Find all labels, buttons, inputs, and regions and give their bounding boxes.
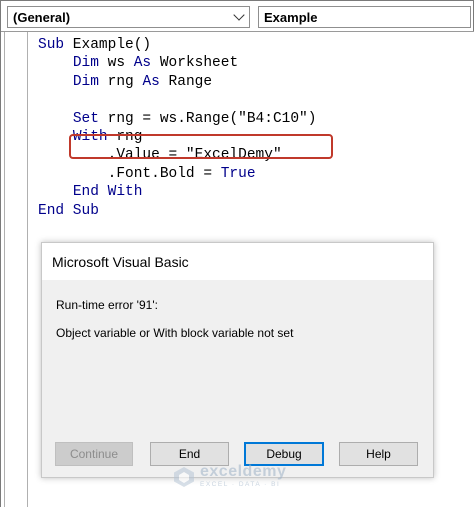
code-keyword: As <box>142 73 160 90</box>
dialog-title: Microsoft Visual Basic <box>42 243 433 280</box>
code-keyword: Set <box>72 110 99 127</box>
code-line[interactable]: Set rng = ws.Range("B4:C10") <box>38 110 317 128</box>
object-combobox-value: (General) <box>13 10 71 25</box>
error-message-text: Object variable or With block variable n… <box>56 326 294 340</box>
procedure-combobox-value: Example <box>264 10 318 25</box>
exceldemy-watermark: exceldemy EXCEL · DATA · BI <box>173 464 286 489</box>
code-keyword: End With <box>72 184 143 201</box>
code-line[interactable]: .Font.Bold = True <box>38 165 316 183</box>
object-combobox[interactable]: (General) <box>7 6 250 28</box>
code-line[interactable]: Sub Example() <box>38 36 316 54</box>
code-token: ws <box>98 55 134 72</box>
code-token: rng = ws.Range("B4:C10") <box>98 110 317 127</box>
code-token: Worksheet <box>151 55 239 72</box>
runtime-error-dialog: Microsoft Visual Basic Run-time error '9… <box>41 242 434 478</box>
code-keyword: Dim <box>72 55 99 72</box>
code-keyword: As <box>133 55 152 72</box>
code-token: Range <box>159 73 213 90</box>
chevron-down-icon[interactable] <box>233 9 245 21</box>
help-button[interactable]: Help <box>339 442 418 466</box>
exceldemy-logo-icon <box>173 466 195 488</box>
error-line-highlight <box>69 134 333 159</box>
error-code-text: Run-time error '91': <box>56 298 158 312</box>
margin-indicator-bar[interactable] <box>8 32 28 507</box>
code-line[interactable]: End Sub <box>38 202 316 220</box>
watermark-name: exceldemy <box>200 463 287 480</box>
code-line[interactable]: Dim ws As Worksheet <box>38 54 316 72</box>
code-line[interactable]: Dim rng As Range <box>38 73 316 91</box>
code-keyword: Sub <box>38 37 65 53</box>
code-keyword: End Sub <box>38 202 99 219</box>
code-keyword: Dim <box>72 73 99 90</box>
code-token: rng <box>98 73 143 90</box>
vba-editor-window: (General) Example Sub Example() Dim ws A… <box>0 0 474 507</box>
continue-button: Continue <box>55 442 133 466</box>
watermark-tagline: EXCEL · DATA · BI <box>200 481 281 488</box>
code-text[interactable]: Sub Example() Dim ws As Worksheet Dim rn… <box>38 36 316 220</box>
procedure-combobox[interactable]: Example <box>258 6 471 28</box>
gutter-border <box>4 32 5 507</box>
code-line[interactable] <box>38 91 316 109</box>
code-token: .Font.Bold = <box>38 165 221 182</box>
code-keyword: True <box>220 165 256 182</box>
code-token: Example() <box>64 37 152 53</box>
code-line[interactable]: End With <box>38 183 316 201</box>
